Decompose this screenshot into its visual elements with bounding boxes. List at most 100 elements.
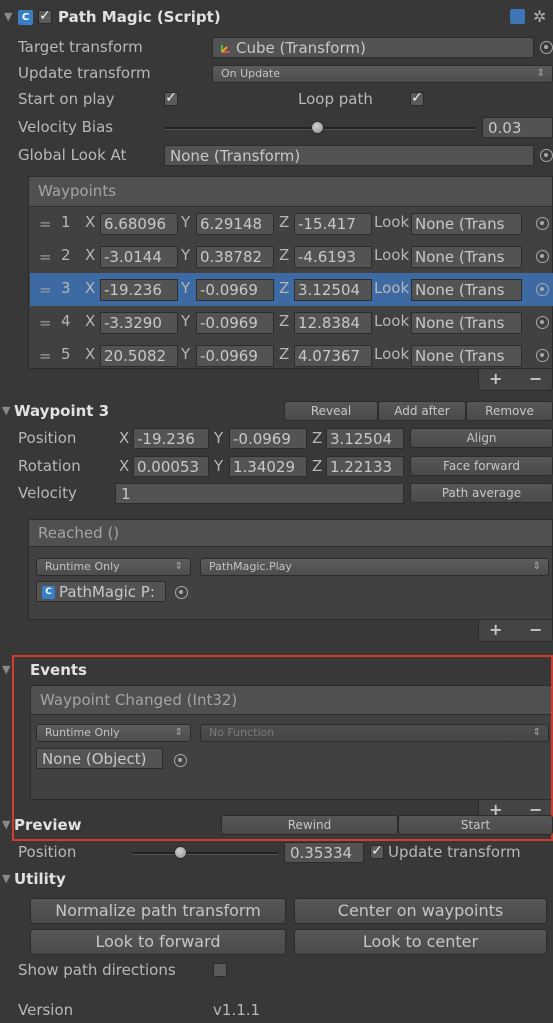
waypoint-y-field[interactable]: -0.0969: [196, 345, 274, 367]
reveal-button[interactable]: Reveal: [284, 401, 378, 421]
waypoint-look-field[interactable]: None (Trans: [411, 279, 522, 301]
drag-handle-icon[interactable]: =: [39, 248, 52, 266]
waypoint-x-field[interactable]: 20.5082: [100, 345, 178, 367]
waypoint-x-field[interactable]: -3.3290: [100, 312, 178, 334]
remove-listener-button[interactable]: −: [529, 620, 542, 639]
velocity-field[interactable]: 1: [115, 483, 404, 504]
object-picker-icon[interactable]: [175, 586, 188, 599]
position-z-field[interactable]: 3.12504: [326, 428, 404, 449]
waypoint-y-field[interactable]: 6.29148: [196, 213, 274, 235]
position-y-value: -0.0969: [233, 430, 291, 448]
object-picker-icon[interactable]: [536, 316, 549, 329]
waypoint-row[interactable]: = 1 X 6.68096 Y 6.29148 Z -15.417 Look None (Tran…: [30, 207, 553, 240]
help-book-icon[interactable]: [510, 9, 525, 24]
start-button[interactable]: Start: [398, 815, 553, 835]
face-forward-button[interactable]: Face forward: [410, 456, 553, 476]
waypoint-z-field[interactable]: -4.6193: [294, 246, 372, 268]
position-x-field[interactable]: -19.236: [133, 428, 209, 449]
add-listener-button[interactable]: +: [489, 620, 502, 639]
utility-header: ▼ Utility: [0, 868, 553, 892]
gear-icon[interactable]: ✲: [533, 6, 546, 28]
rotation-z-field[interactable]: 1.22133: [326, 456, 404, 477]
waypoint-index: 5: [61, 345, 71, 363]
waypoint-row[interactable]: = 5 X 20.5082 Y -0.0969 Z 4.07367 Look None (Tran…: [30, 339, 553, 372]
show-path-directions-checkbox[interactable]: [213, 963, 227, 977]
rotation-x-value: 0.00053: [137, 458, 200, 476]
waypoint-row[interactable]: = 2 X -3.0144 Y 0.38782 Z -4.6193 Look None (Tran…: [30, 240, 553, 273]
drag-handle-icon[interactable]: =: [39, 281, 52, 299]
drag-handle-icon[interactable]: =: [39, 347, 52, 365]
reached-event-box: Reached () Runtime Only ⇕ PathMagic.Play…: [28, 519, 553, 620]
look-label: Look: [374, 246, 410, 264]
remove-button[interactable]: Remove: [466, 401, 553, 421]
foldout-arrow-icon[interactable]: ▼: [2, 659, 10, 681]
waypoint-z-field[interactable]: 12.8384: [294, 312, 372, 334]
rewind-button[interactable]: Rewind: [221, 815, 398, 835]
waypoint-z-field[interactable]: 3.12504: [294, 279, 372, 301]
foldout-arrow-icon[interactable]: ▼: [4, 6, 12, 28]
rotation-x-field[interactable]: 0.00053: [133, 456, 209, 477]
add-waypoint-button[interactable]: +: [489, 369, 502, 388]
waypoint-x-field[interactable]: -19.236: [100, 279, 178, 301]
waypoint-row[interactable]: = 4 X -3.3290 Y -0.0969 Z 12.8384 Look None (Tran…: [30, 306, 553, 339]
drag-handle-icon[interactable]: =: [39, 314, 52, 332]
object-picker-icon[interactable]: [536, 250, 549, 263]
object-picker-icon[interactable]: [540, 41, 553, 54]
x-label: X: [85, 246, 96, 264]
foldout-arrow-icon[interactable]: ▼: [2, 814, 10, 836]
z-label: Z: [279, 213, 290, 231]
preview-position-field[interactable]: 0.35334: [284, 842, 364, 863]
waypoint-z-field[interactable]: 4.07367: [294, 345, 372, 367]
object-picker-icon[interactable]: [540, 149, 553, 162]
velocity-bias-field[interactable]: 0.03: [482, 117, 553, 138]
object-picker-icon[interactable]: [536, 283, 549, 296]
waypoint-y-field[interactable]: -0.0969: [196, 312, 274, 334]
component-enabled-checkbox[interactable]: ✓: [38, 9, 52, 24]
path-average-button[interactable]: Path average: [410, 483, 553, 503]
waypoint-index: 2: [61, 246, 71, 264]
rotation-y-field[interactable]: 1.34029: [229, 456, 307, 477]
waypoint-y-value: -0.0969: [200, 281, 258, 299]
update-transform-checkbox[interactable]: ✓: [370, 844, 384, 859]
waypoints-list-footer: + −: [478, 369, 553, 391]
look-to-center-button[interactable]: Look to center: [294, 929, 547, 955]
waypoint-look-field[interactable]: None (Trans: [411, 345, 522, 367]
loop-path-checkbox[interactable]: ✓: [410, 91, 424, 106]
global-look-at-field[interactable]: None (Transform): [164, 145, 534, 166]
center-on-waypoints-button[interactable]: Center on waypoints: [294, 898, 547, 924]
waypoint-z-field[interactable]: -15.417: [294, 213, 372, 235]
target-transform-field[interactable]: Cube (Transform): [212, 37, 534, 58]
object-picker-icon[interactable]: [536, 349, 549, 362]
object-picker-icon[interactable]: [536, 217, 549, 230]
waypoint-x-value: -19.236: [104, 281, 162, 299]
waypoint-y-field[interactable]: -0.0969: [196, 279, 274, 301]
foldout-arrow-icon[interactable]: ▼: [2, 400, 10, 422]
preview-position-slider-knob[interactable]: [174, 846, 188, 859]
position-y-field[interactable]: -0.0969: [229, 428, 307, 449]
reached-object-field[interactable]: C PathMagic P:: [36, 581, 166, 602]
waypoint-x-field[interactable]: -3.0144: [100, 246, 178, 268]
preview-position-slider[interactable]: [132, 852, 278, 855]
waypoint-look-value: None (Trans: [415, 281, 505, 299]
foldout-arrow-icon[interactable]: ▼: [2, 868, 10, 890]
look-to-forward-button[interactable]: Look to forward: [30, 929, 286, 955]
waypoint-look-field[interactable]: None (Trans: [411, 213, 522, 235]
waypoint-look-field[interactable]: None (Trans: [411, 312, 522, 334]
start-on-play-checkbox[interactable]: ✓: [164, 91, 178, 106]
velocity-value: 1: [121, 485, 131, 503]
update-transform-value: On Update: [221, 67, 280, 80]
waypoint-row[interactable]: = 3 X -19.236 Y -0.0969 Z 3.12504 Look None (Tran…: [30, 273, 553, 306]
add-after-button[interactable]: Add after: [378, 401, 466, 421]
reached-runtime-dropdown[interactable]: Runtime Only ⇕: [36, 558, 191, 576]
align-button[interactable]: Align: [410, 428, 553, 448]
waypoint-x-field[interactable]: 6.68096: [100, 213, 178, 235]
z-label: Z: [279, 279, 290, 297]
waypoint-look-field[interactable]: None (Trans: [411, 246, 522, 268]
normalize-path-transform-button[interactable]: Normalize path transform: [30, 898, 286, 924]
remove-waypoint-button[interactable]: −: [529, 369, 542, 388]
reached-function-dropdown[interactable]: PathMagic.Play ⇕: [200, 558, 549, 576]
drag-handle-icon[interactable]: =: [39, 215, 52, 233]
waypoint-y-field[interactable]: 0.38782: [196, 246, 274, 268]
velocity-bias-slider-knob[interactable]: [310, 121, 324, 134]
update-transform-dropdown[interactable]: On Update ⇕: [212, 65, 553, 83]
